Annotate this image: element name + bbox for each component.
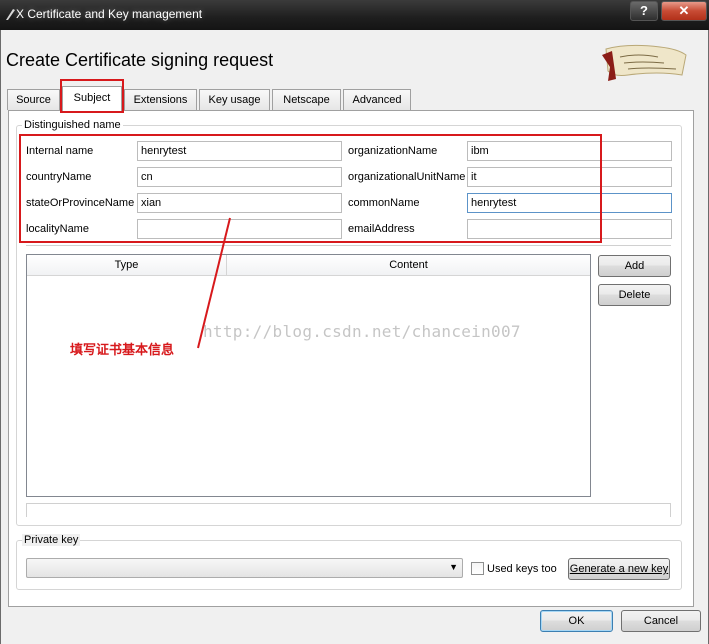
- help-button[interactable]: ?: [630, 1, 658, 21]
- tab-advanced[interactable]: Advanced: [343, 89, 411, 110]
- subject-tab-highlight: [60, 79, 124, 113]
- column-header-content[interactable]: Content: [227, 255, 590, 276]
- window-titlebar[interactable]: X Certificate and Key management ? ✕: [0, 0, 709, 30]
- tab-source[interactable]: Source: [7, 89, 60, 110]
- watermark-text: http://blog.csdn.net/chancein007: [203, 322, 521, 341]
- fields-highlight-box: [19, 134, 602, 243]
- private-key-label: Private key: [22, 534, 81, 546]
- tab-key-usage[interactable]: Key usage: [199, 89, 270, 110]
- divider: [26, 245, 671, 246]
- close-button[interactable]: ✕: [661, 1, 707, 21]
- ok-button[interactable]: OK: [540, 610, 613, 632]
- used-keys-too-label: Used keys too: [487, 563, 557, 575]
- generate-new-key-label: Generate a new key: [569, 563, 669, 575]
- page-title: Create Certificate signing request: [6, 50, 274, 70]
- tab-extensions[interactable]: Extensions: [124, 89, 197, 110]
- generate-new-key-button[interactable]: Generate a new key: [568, 558, 670, 580]
- annotation-text: 填写证书基本信息: [70, 342, 175, 357]
- subject-entries-table[interactable]: Type Content: [26, 254, 591, 497]
- add-button[interactable]: Add: [598, 255, 671, 277]
- scroll-logo-icon: [602, 44, 687, 81]
- divider: [26, 503, 671, 517]
- private-key-select[interactable]: ▼: [26, 558, 463, 578]
- app-icon: [6, 9, 15, 20]
- used-keys-too-checkbox[interactable]: [471, 562, 484, 575]
- tab-netscape[interactable]: Netscape: [272, 89, 341, 110]
- chevron-down-icon: ▼: [449, 562, 458, 572]
- distinguished-name-label: Distinguished name: [22, 119, 123, 131]
- window-title: X Certificate and Key management: [16, 7, 203, 21]
- cancel-button[interactable]: Cancel: [621, 610, 701, 632]
- delete-button[interactable]: Delete: [598, 284, 671, 306]
